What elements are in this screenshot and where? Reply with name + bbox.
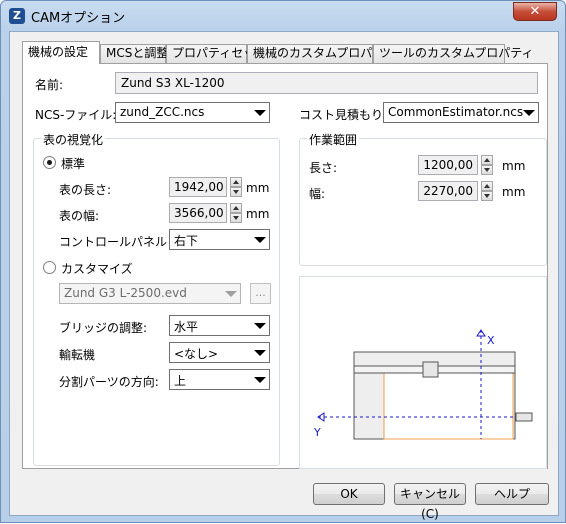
- chevron-down-icon: [252, 105, 267, 120]
- ok-button[interactable]: OK: [313, 483, 385, 505]
- work-width-unit: mm: [502, 185, 526, 199]
- work-width-spinner[interactable]: [481, 181, 493, 201]
- standard-radio[interactable]: [43, 156, 56, 169]
- split-direction-label: 分割パーツの方向:: [59, 375, 159, 389]
- chevron-down-icon: [223, 286, 238, 301]
- cost-estimate-label: コスト見積もりフ: [299, 108, 396, 122]
- customize-radio-label[interactable]: カスタマイズ: [61, 260, 133, 277]
- cancel-button[interactable]: キャンセル(C): [394, 483, 466, 521]
- control-panel-combo[interactable]: 右下: [169, 229, 270, 250]
- close-button[interactable]: ✕: [513, 2, 557, 21]
- tab-machine-settings[interactable]: 機械の設定: [22, 41, 100, 64]
- work-width-input[interactable]: 2270,00: [418, 181, 478, 201]
- custom-file-value: Zund G3 L-2500.evd: [64, 286, 187, 300]
- app-icon: Z: [9, 8, 25, 24]
- table-width-input[interactable]: 3566,00: [169, 203, 227, 223]
- name-field[interactable]: Zund S3 XL-1200: [115, 72, 538, 94]
- table-display-group: 表の視覚化 標準 表の長さ: 1942,00 mm 表の幅: 3566,00 m…: [33, 131, 280, 466]
- bridge-adjust-label: ブリッジの調整:: [59, 321, 148, 335]
- work-area-title: 作業範囲: [307, 131, 360, 148]
- cam-options-window: Z CAMオプション ✕ 機械の設定 MCSと調整 プロパティセット 機械のカス…: [0, 0, 566, 523]
- tab-property-set[interactable]: プロパティセット: [166, 44, 267, 63]
- tab-machine-custom-properties[interactable]: 機械のカスタムプロパティ: [247, 44, 396, 63]
- conveyor-value: <なし>: [174, 347, 219, 361]
- table-length-unit: mm: [246, 181, 270, 195]
- tab-mcs-adjust[interactable]: MCSと調整: [100, 44, 168, 63]
- work-area-group: 作業範囲 長さ: 1200,00 mm 幅: 2270,00 mm: [299, 131, 547, 266]
- cost-estimate-combo[interactable]: CommonEstimator.ncs: [383, 102, 539, 123]
- work-length-label: 長さ:: [309, 161, 338, 175]
- table-preview-drawing: X Y: [313, 329, 533, 440]
- window-title: CAMオプション: [31, 11, 126, 26]
- name-label: 名前:: [35, 78, 64, 92]
- work-width-label: 幅:: [309, 187, 326, 201]
- split-direction-combo[interactable]: 上: [169, 369, 270, 390]
- custom-file-combo[interactable]: Zund G3 L-2500.evd: [59, 283, 241, 304]
- dialog-client: 機械の設定 MCSと調整 プロパティセット 機械のカスタムプロパティ ツールのカ…: [9, 31, 559, 521]
- table-display-title: 表の視覚化: [41, 131, 106, 148]
- ncs-file-value: zund_ZCC.ncs: [120, 105, 205, 119]
- table-width-spinner[interactable]: [230, 203, 242, 223]
- ncs-file-combo[interactable]: zund_ZCC.ncs: [115, 102, 270, 123]
- standard-radio-label[interactable]: 標準: [61, 155, 85, 172]
- tab-tool-custom-properties[interactable]: ツールのカスタムプロパティ: [373, 44, 534, 63]
- chevron-down-icon: [521, 105, 536, 120]
- ncs-file-label: NCS-ファイル::: [35, 108, 121, 122]
- bridge-adjust-combo[interactable]: 水平: [169, 315, 270, 336]
- table-length-label: 表の長さ:: [59, 183, 112, 197]
- work-length-unit: mm: [502, 159, 526, 173]
- control-panel-value: 右下: [174, 234, 199, 248]
- control-panel-label: コントロールパネル: [59, 235, 168, 249]
- work-length-spinner[interactable]: [481, 155, 493, 175]
- table-length-input[interactable]: 1942,00: [169, 177, 227, 197]
- work-length-input[interactable]: 1200,00: [418, 155, 478, 175]
- chevron-down-icon: [252, 232, 267, 247]
- tool-head: [422, 361, 439, 378]
- cost-estimate-value: CommonEstimator.ncs: [388, 105, 524, 119]
- work-area-outline: [383, 372, 514, 440]
- table-length-spinner[interactable]: [230, 177, 242, 197]
- machine-settings-panel: 名前: Zund S3 XL-1200 NCS-ファイル:: zund_ZCC.…: [22, 63, 548, 469]
- browse-button[interactable]: ...: [250, 283, 271, 304]
- customize-radio[interactable]: [43, 261, 56, 274]
- chevron-down-icon: [252, 345, 267, 360]
- y-axis-label: Y: [313, 426, 321, 439]
- x-axis-label: X: [487, 334, 495, 347]
- bridge-adjust-value: 水平: [174, 320, 199, 334]
- split-direction-value: 上: [174, 374, 187, 388]
- conveyor-label: 輸転機: [59, 348, 96, 362]
- table-preview: X Y: [299, 276, 547, 469]
- conveyor-combo[interactable]: <なし>: [169, 342, 270, 363]
- help-button[interactable]: ヘルプ: [475, 483, 549, 505]
- title-bar[interactable]: Z CAMオプション ✕: [1, 1, 565, 31]
- table-width-label: 表の幅:: [59, 209, 100, 223]
- table-width-unit: mm: [246, 207, 270, 221]
- control-panel-marker: [515, 412, 533, 422]
- chevron-down-icon: [252, 372, 267, 387]
- chevron-down-icon: [252, 318, 267, 333]
